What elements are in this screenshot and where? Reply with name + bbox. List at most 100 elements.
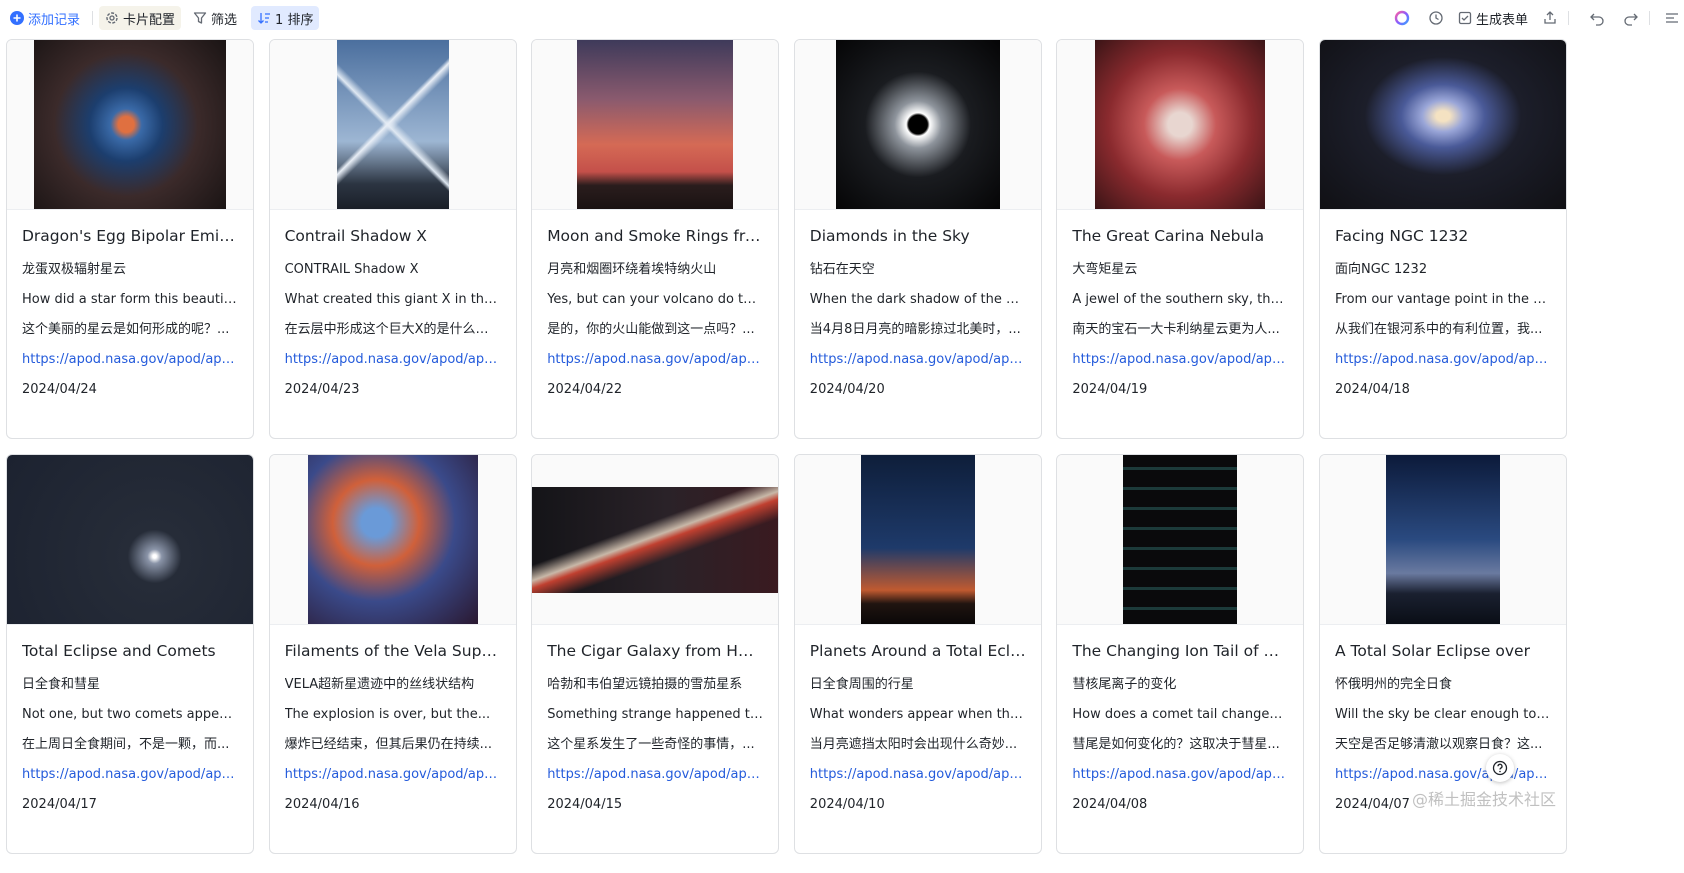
- card-description-en: How did a star form this beautiful...: [22, 292, 238, 307]
- record-card[interactable]: Filaments of the Vela Supernova VELA超新星遗迹…: [268, 454, 517, 854]
- history-icon[interactable]: [1424, 6, 1448, 30]
- filter-icon: [193, 12, 207, 24]
- card-config-button[interactable]: 卡片配置: [99, 6, 182, 30]
- add-record-button[interactable]: 添加记录: [10, 6, 86, 30]
- card-title: A Total Solar Eclipse over: [1335, 642, 1530, 660]
- card-url-link[interactable]: https://apod.nasa.gov/apod/ap24041: [547, 760, 763, 790]
- card-date: 2024/04/17: [22, 797, 97, 812]
- card-description-en: What created this giant X in the...: [284, 292, 501, 307]
- card-description-cn: 当4月8日月亮的暗影掠过北美时，...: [809, 322, 1021, 337]
- card-cover-image: [1320, 455, 1566, 625]
- card-description-cn: 天空是否足够清澈以观察日食？这...: [1335, 737, 1543, 752]
- card-description-en: Not one, but two comets appeared...: [22, 707, 238, 722]
- toolbar: 添加记录 卡片配置 筛选 1 排序 生成表单: [0, 0, 1684, 36]
- card-cover-image: [1057, 455, 1304, 625]
- record-card[interactable]: Total Eclipse and Comets 日全食和彗星 Not one, b…: [6, 454, 254, 854]
- card-fields: Diamonds in the Sky 钻石在天空 When the dark sh…: [795, 210, 1041, 405]
- record-card[interactable]: Facing NGC 1232 面向NGC 1232 From our vantag…: [1319, 39, 1567, 439]
- card-title: The Changing Ion Tail of Comet: [1072, 642, 1288, 660]
- card-cover-image: [532, 455, 779, 625]
- card-description-en: Will the sky be clear enough to see...: [1335, 707, 1551, 722]
- card-url-link[interactable]: https://apod.nasa.gov/apod/ap24041: [810, 760, 1026, 790]
- card-date: 2024/04/19: [1072, 382, 1148, 397]
- list-icon[interactable]: [1660, 6, 1684, 30]
- card-url-link[interactable]: https://apod.nasa.gov/apod/ap24042: [22, 345, 238, 375]
- card-url-link[interactable]: https://apod.nasa.gov/apod/ap24041: [1335, 345, 1551, 375]
- filter-button[interactable]: 筛选: [187, 6, 243, 30]
- cover-photo: [7, 455, 253, 624]
- help-button[interactable]: [1486, 754, 1514, 782]
- card-title: Total Eclipse and Comets: [22, 642, 216, 660]
- card-title-cn: 钻石在天空: [809, 262, 875, 277]
- card-fields: The Great Carina Nebula 大弯矩星云 A jewel of t…: [1057, 210, 1303, 405]
- card-description-en: When the dark shadow of the Moo...: [809, 292, 1026, 307]
- card-title: Moon and Smoke Rings from Mt.: [547, 227, 763, 245]
- card-fields: The Changing Ion Tail of Comet 彗核尾离子的变化 Ho…: [1057, 625, 1303, 820]
- card-title-cn: 大弯矩星云: [1072, 262, 1138, 277]
- card-title-cn: VELA超新星遗迹中的丝线状结构: [284, 677, 475, 692]
- card-date: 2024/04/16: [284, 797, 360, 812]
- sort-label: 1 排序: [275, 12, 314, 28]
- form-icon: [1458, 11, 1472, 25]
- card-title-cn: 面向NGC 1232: [1335, 262, 1428, 277]
- card-url-link[interactable]: https://apod.nasa.gov/apod/ap24041: [22, 760, 238, 790]
- card-description-cn: 从我们在银河系中的有利位置，我...: [1335, 322, 1543, 337]
- card-cover-image: [794, 455, 1041, 625]
- cover-photo: [1123, 455, 1238, 624]
- card-fields: Dragon's Egg Bipolar Emission 龙蛋双极辐射星云 How…: [7, 210, 253, 405]
- card-url-link[interactable]: https://apod.nasa.gov/apod/ap24041: [1072, 345, 1288, 375]
- card-description-cn: 在云层中形成这个巨大X的是什么？...: [284, 322, 501, 337]
- card-date: 2024/04/18: [1335, 382, 1410, 397]
- record-card[interactable]: The Changing Ion Tail of Comet 彗核尾离子的变化 Ho…: [1056, 454, 1305, 854]
- record-card[interactable]: Moon and Smoke Rings from Mt. 月亮和烟圈环绕着埃特纳…: [531, 39, 780, 439]
- card-url-link[interactable]: https://apod.nasa.gov/apod/ap24042: [810, 345, 1026, 375]
- watermark: @稀土掘金技术社区: [1412, 790, 1557, 809]
- card-fields: The Cigar Galaxy from Hubble... 哈勃和韦伯望远镜拍…: [532, 625, 778, 820]
- record-card[interactable]: The Cigar Galaxy from Hubble... 哈勃和韦伯望远镜拍…: [531, 454, 780, 854]
- cover-photo: [860, 455, 975, 624]
- card-description-en: Yes, but can your volcano do this? ...: [547, 292, 764, 307]
- card-title: Filaments of the Vela Supernova: [284, 642, 501, 660]
- card-description-en: From our vantage point in the Milk...: [1335, 292, 1551, 307]
- card-url-link[interactable]: https://apod.nasa.gov/apod/ap24041: [285, 760, 501, 790]
- card-title-cn: 日全食周围的行星: [809, 677, 914, 692]
- generate-form-button[interactable]: 生成表单: [1458, 6, 1528, 30]
- card-date: 2024/04/10: [809, 797, 885, 812]
- record-card[interactable]: Diamonds in the Sky 钻石在天空 When the dark sh…: [793, 39, 1042, 439]
- card-cover-image: [1320, 40, 1566, 210]
- card-date: 2024/04/08: [1072, 797, 1148, 812]
- cover-photo: [532, 486, 779, 593]
- card-title-cn: 月亮和烟圈环绕着埃特纳火山: [547, 262, 717, 277]
- cover-photo: [577, 40, 734, 209]
- sort-button[interactable]: 1 排序: [251, 6, 320, 30]
- card-url-link[interactable]: https://apod.nasa.gov/apod/ap24042: [547, 345, 763, 375]
- question-icon: [1492, 760, 1508, 776]
- card-title-cn: 怀俄明州的完全日食: [1335, 677, 1453, 692]
- card-title-cn: CONTRAIL Shadow X: [284, 262, 419, 277]
- cover-photo: [307, 455, 478, 624]
- record-card[interactable]: Contrail Shadow X CONTRAIL Shadow X What c…: [268, 39, 517, 439]
- card-config-label: 卡片配置: [123, 12, 176, 28]
- sort-icon: [258, 13, 271, 24]
- card-cover-image: [532, 40, 779, 210]
- filter-label: 筛选: [211, 12, 238, 28]
- card-title: Diamonds in the Sky: [809, 227, 970, 245]
- ai-assistant-icon[interactable]: [1390, 6, 1414, 30]
- generate-form-label: 生成表单: [1475, 12, 1528, 28]
- card-cover-image: [269, 40, 516, 210]
- card-url-link[interactable]: https://apod.nasa.gov/apod/ap24040: [1072, 760, 1288, 790]
- card-fields: Planets Around a Total Eclipse 日全食周围的行星 Wh…: [795, 625, 1041, 820]
- card-title: Contrail Shadow X: [284, 227, 427, 245]
- card-cover-image: [7, 40, 253, 210]
- card-title-cn: 龙蛋双极辐射星云: [22, 262, 127, 277]
- redo-icon[interactable]: [1619, 6, 1643, 30]
- record-card[interactable]: Dragon's Egg Bipolar Emission 龙蛋双极辐射星云 How…: [6, 39, 254, 439]
- record-card[interactable]: The Great Carina Nebula 大弯矩星云 A jewel of t…: [1056, 39, 1305, 439]
- record-card[interactable]: Planets Around a Total Eclipse 日全食周围的行星 Wh…: [793, 454, 1042, 854]
- card-cover-image: [7, 455, 253, 625]
- card-url-link[interactable]: https://apod.nasa.gov/apod/ap24042: [285, 345, 501, 375]
- share-icon[interactable]: [1538, 6, 1562, 30]
- undo-icon[interactable]: [1585, 6, 1609, 30]
- card-title: Planets Around a Total Eclipse: [809, 642, 1026, 660]
- card-description-cn: 这个美丽的星云是如何形成的呢？...: [22, 322, 230, 337]
